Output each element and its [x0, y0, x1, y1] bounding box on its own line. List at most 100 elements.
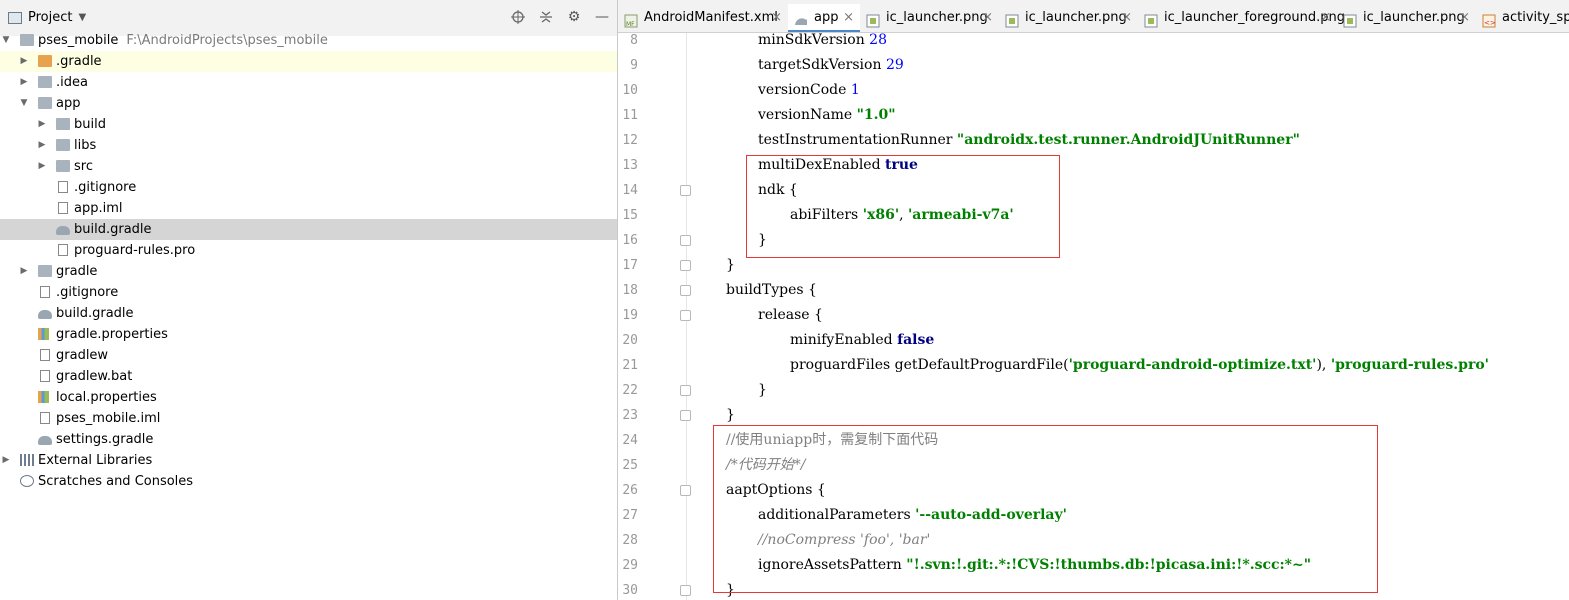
tree-item-label: build.gradle [56, 306, 134, 321]
chevron-right-icon[interactable]: ▶ [36, 156, 48, 177]
tree-item[interactable]: build.gradle [0, 303, 617, 324]
fold-icon[interactable] [680, 585, 691, 596]
code-token: } [758, 382, 767, 398]
tree-item[interactable]: ▼ app [0, 93, 617, 114]
code-line[interactable]: proguardFiles getDefaultProguardFile('pr… [790, 353, 1489, 378]
editor-tab[interactable]: <> activity_sp [1476, 4, 1569, 32]
chevron-right-icon[interactable]: ▶ [18, 51, 30, 72]
chevron-down-icon[interactable]: ▼ [18, 93, 30, 114]
highlight-box-ndk [746, 155, 1060, 258]
tree-item[interactable]: local.properties [0, 387, 617, 408]
close-icon[interactable]: × [982, 4, 993, 32]
editor-tab[interactable]: ic_launcher.png × [1337, 4, 1476, 32]
tree-item[interactable]: .gitignore [0, 177, 617, 198]
code-editor[interactable]: 8 9 10 11 12 13 14 15 16 17 18 19 20 21 22 23 24 25 26 27 28… [618, 33, 1569, 600]
tree-item[interactable]: ▶ .idea [0, 72, 617, 93]
fold-icon[interactable] [680, 235, 691, 246]
tree-item[interactable]: gradlew [0, 345, 617, 366]
tree-item-label: pses_mobile.iml [56, 411, 161, 426]
line-number: 23 [622, 408, 638, 423]
scratches-icon [20, 475, 34, 487]
chevron-right-icon[interactable]: ▶ [18, 72, 30, 93]
tree-item[interactable]: app.iml [0, 198, 617, 219]
code-line[interactable]: buildTypes { [726, 278, 817, 303]
tree-item[interactable]: ▶ .gradle [0, 51, 617, 72]
code-line[interactable]: targetSdkVersion 29 [758, 53, 904, 78]
close-icon[interactable]: × [1459, 4, 1470, 32]
project-view-selector[interactable]: Project ▼ [8, 10, 86, 25]
editor-tab-label: ic_launcher.png [1025, 10, 1127, 25]
fold-icon[interactable] [680, 485, 691, 496]
tree-item-path: F:\AndroidProjects\pses_mobile [126, 33, 328, 48]
chevron-right-icon[interactable]: ▶ [36, 114, 48, 135]
close-icon[interactable]: × [1121, 4, 1132, 32]
code-line[interactable]: minSdkVersion 28 [758, 33, 887, 53]
fold-icon[interactable] [680, 260, 691, 271]
tree-item-label: proguard-rules.pro [74, 243, 196, 258]
highlight-box-aapt [713, 425, 1378, 593]
folder-icon [56, 118, 70, 130]
editor-tab[interactable]: ic_launcher.png × [999, 4, 1138, 32]
fold-icon[interactable] [680, 310, 691, 321]
tree-item[interactable]: ▶ External Libraries [0, 450, 617, 471]
code-line[interactable]: versionName "1.0" [758, 103, 896, 128]
tree-item-label: gradlew.bat [56, 369, 133, 384]
line-number: 13 [622, 158, 638, 173]
project-panel: Project ▼ ⚙ — ▼ pses_mobile F:\AndroidProj… [0, 0, 618, 600]
folder-icon [56, 160, 70, 172]
code-token: versionName [758, 107, 857, 123]
libraries-icon [20, 454, 34, 466]
collapse-icon[interactable] [537, 8, 555, 26]
orange-folder-icon [38, 55, 52, 67]
tree-item[interactable]: ▶ libs [0, 135, 617, 156]
tree-item[interactable]: proguard-rules.pro [0, 240, 617, 261]
tree-item[interactable]: ▼ pses_mobile F:\AndroidProjects\pses_mobi… [0, 30, 617, 51]
tree-item[interactable]: gradlew.bat [0, 366, 617, 387]
locate-icon[interactable] [509, 8, 527, 26]
chevron-right-icon[interactable]: ▶ [0, 450, 12, 471]
code-line[interactable]: versionCode 1 [758, 78, 860, 103]
project-tree: ▼ pses_mobile F:\AndroidProjects\pses_mobi… [0, 30, 617, 492]
close-icon[interactable]: × [771, 4, 782, 32]
file-icon [40, 349, 50, 361]
editor-tab[interactable]: ic_launcher_foreground.png × [1138, 4, 1345, 32]
chevron-right-icon[interactable]: ▶ [36, 135, 48, 156]
fold-icon[interactable] [680, 185, 691, 196]
code-line[interactable]: testInstrumentationRunner "androidx.test… [758, 128, 1300, 153]
iml-icon [58, 202, 68, 214]
editor-tab[interactable]: app × [788, 4, 860, 32]
fold-icon[interactable] [680, 285, 691, 296]
gradle-icon [794, 11, 808, 25]
code-token: } [726, 257, 735, 273]
tree-item[interactable]: ▶ build [0, 114, 617, 135]
tree-item[interactable]: settings.gradle [0, 429, 617, 450]
manifest-icon: MF [624, 11, 638, 28]
tree-item[interactable]: Scratches and Consoles [0, 471, 617, 492]
line-number: 12 [622, 133, 638, 148]
tree-item-label: External Libraries [38, 453, 153, 468]
editor-tab[interactable]: MF AndroidManifest.xml × [618, 4, 788, 32]
tree-item[interactable]: .gitignore [0, 282, 617, 303]
gear-icon[interactable]: ⚙ [565, 8, 583, 26]
close-icon[interactable]: × [843, 4, 854, 32]
fold-icon[interactable] [680, 410, 691, 421]
code-line[interactable]: minifyEnabled false [790, 328, 934, 353]
code-line[interactable]: } [726, 253, 735, 278]
line-number: 16 [622, 233, 638, 248]
editor-tab-label: ic_launcher.png [1363, 10, 1465, 25]
tree-item[interactable]: gradle.properties [0, 324, 617, 345]
tree-item-label: .gitignore [56, 285, 119, 300]
code-line[interactable]: } [758, 378, 767, 403]
minimize-icon[interactable]: — [593, 8, 611, 26]
tree-item[interactable]: build.gradle [0, 219, 617, 240]
tree-item[interactable]: ▶ src [0, 156, 617, 177]
code-line[interactable]: release { [758, 303, 823, 328]
image-icon [1005, 11, 1019, 28]
tree-item[interactable]: ▶ gradle [0, 261, 617, 282]
chevron-right-icon[interactable]: ▶ [18, 261, 30, 282]
chevron-down-icon[interactable]: ▼ [0, 30, 12, 51]
editor-tab[interactable]: ic_launcher.png × [860, 4, 999, 32]
close-icon[interactable]: × [1320, 4, 1331, 32]
fold-icon[interactable] [680, 385, 691, 396]
tree-item[interactable]: pses_mobile.iml [0, 408, 617, 429]
